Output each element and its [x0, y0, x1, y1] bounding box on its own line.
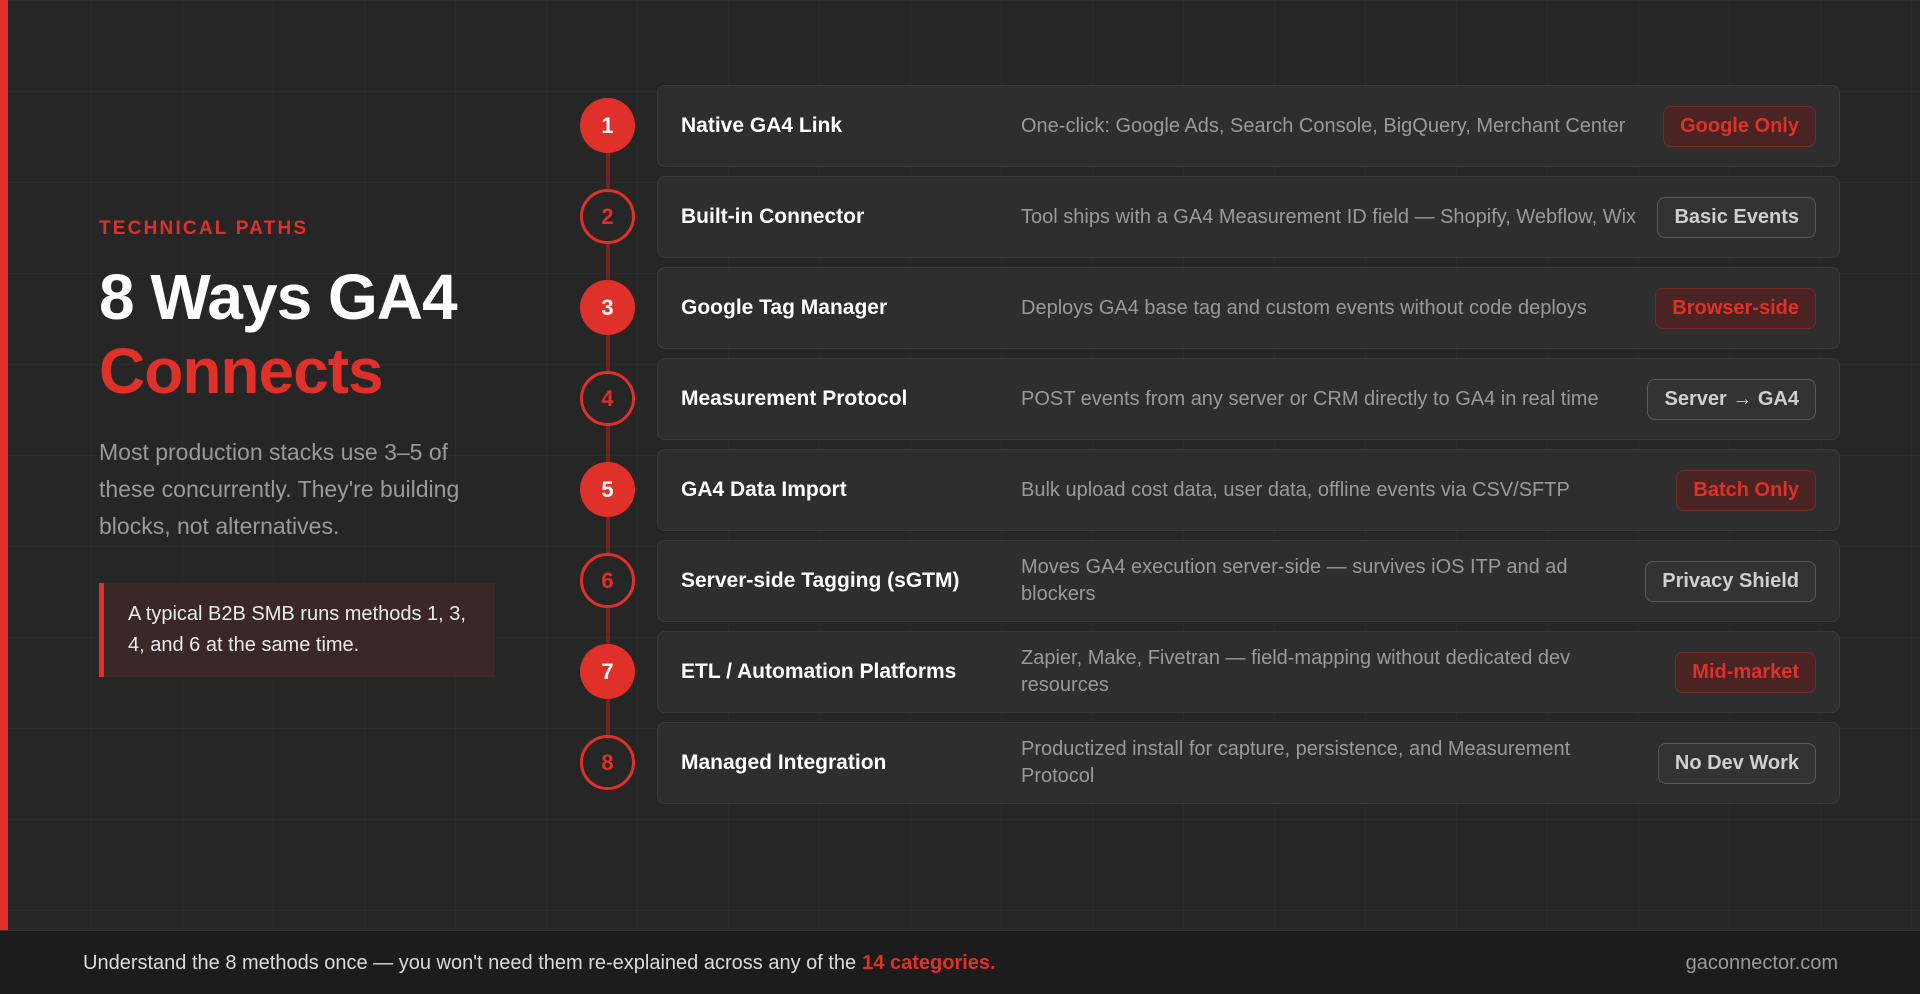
method-badge: Basic Events [1657, 197, 1816, 238]
method-badge: Browser-side [1655, 288, 1816, 329]
step-number-8: 8 [580, 735, 635, 790]
method-description: One-click: Google Ads, Search Console, B… [1021, 114, 1626, 137]
method-name: Measurement Protocol [681, 387, 908, 410]
method-description: Moves GA4 execution server-side — surviv… [1021, 556, 1568, 605]
intro-description: Most production stacks use 3–5 of these … [99, 439, 460, 539]
method-badge: Mid-market [1675, 652, 1816, 693]
method-name: Server-side Tagging (sGTM) [681, 569, 960, 592]
step-number-2: 2 [580, 189, 635, 244]
method-badge: Batch Only [1676, 470, 1816, 511]
footer-highlight: 14 categories. [862, 951, 996, 974]
method-row: Built-in Connector Tool ships with a GA4 … [657, 176, 1840, 258]
page-title: 8 Ways GA4 [99, 261, 458, 333]
step-number-1: 1 [580, 98, 635, 153]
method-badge: Google Only [1663, 106, 1816, 147]
method-name: Google Tag Manager [681, 296, 888, 319]
step-number-4: 4 [580, 371, 635, 426]
method-row: Server-side Tagging (sGTM) Moves GA4 exec… [657, 540, 1840, 622]
method-description: Zapier, Make, Fivetran — field-mapping w… [1021, 647, 1571, 696]
method-row: Native GA4 Link One-click: Google Ads, Se… [657, 85, 1840, 167]
eyebrow-label: TECHNICAL PATHS [99, 218, 309, 239]
method-description: Deploys GA4 base tag and custom events w… [1021, 296, 1587, 319]
footer-text: Understand the 8 methods once — you won'… [83, 951, 857, 974]
step-number-5: 5 [580, 462, 635, 517]
method-row: ETL / Automation Platforms Zapier, Make, … [657, 631, 1840, 713]
method-row: Managed Integration Productized install f… [657, 722, 1840, 804]
method-description: POST events from any server or CRM direc… [1021, 387, 1599, 410]
method-description: Bulk upload cost data, user data, offlin… [1021, 478, 1570, 501]
method-description: Productized install for capture, persist… [1021, 738, 1571, 787]
footer-bar: Understand the 8 methods once — you won'… [0, 930, 1920, 994]
method-row: Measurement Protocol POST events from any… [657, 358, 1840, 440]
method-description: Tool ships with a GA4 Measurement ID fie… [1021, 205, 1637, 228]
step-number-6: 6 [580, 553, 635, 608]
method-name: ETL / Automation Platforms [681, 660, 957, 683]
method-name: Built-in Connector [681, 205, 865, 228]
footer-message: Understand the 8 methods once — you won'… [83, 931, 996, 994]
method-badge: Server → GA4 [1647, 379, 1816, 420]
left-accent-bar [0, 0, 8, 930]
method-name: GA4 Data Import [681, 478, 847, 501]
method-name: Native GA4 Link [681, 114, 843, 137]
step-number-7: 7 [580, 644, 635, 699]
page-title-highlight: Connects [99, 335, 384, 407]
method-badge: No Dev Work [1657, 743, 1816, 784]
step-number-3: 3 [580, 280, 635, 335]
method-name: Managed Integration [681, 751, 887, 774]
method-badge: Privacy Shield [1645, 561, 1816, 602]
footer-domain: gaconnector.com [1685, 951, 1838, 974]
intro-panel: TECHNICAL PATHS 8 Ways GA4 Connects Most… [99, 218, 499, 677]
callout-box: A typical B2B SMB runs methods 1, 3, 4, … [99, 583, 495, 677]
method-row: Google Tag Manager Deploys GA4 base tag a… [657, 267, 1840, 349]
method-row: GA4 Data Import Bulk upload cost data, us… [657, 449, 1840, 531]
